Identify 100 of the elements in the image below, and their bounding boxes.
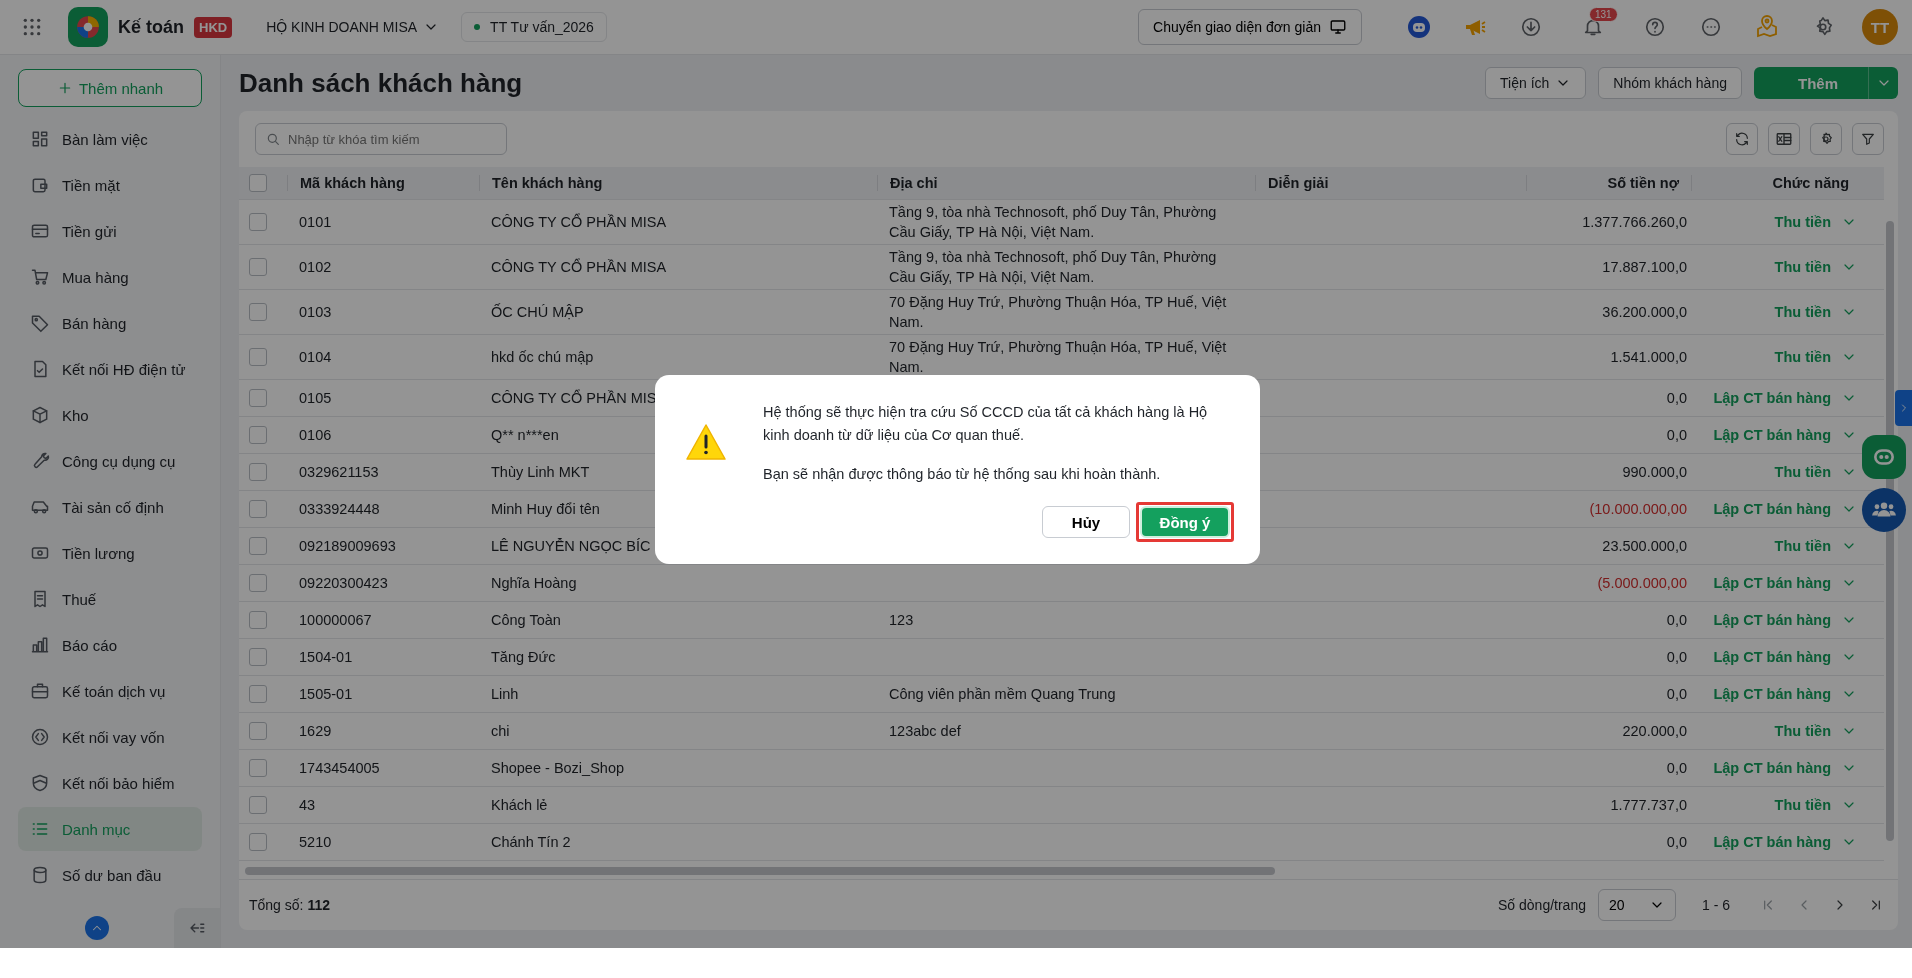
table-cell: 990.000,0 (1622, 464, 1687, 480)
sidebar-item[interactable]: Kho (18, 393, 202, 437)
page-size-select[interactable]: 20 (1598, 889, 1676, 921)
link-badge-icon (30, 727, 50, 747)
table-cell: 1504-01 (299, 649, 353, 665)
database-icon (30, 865, 50, 885)
sidebar-item[interactable]: Công cụ dụng cụ (18, 439, 202, 483)
horizontal-scrollbar[interactable] (245, 867, 1275, 875)
table-cell: 0106 (299, 427, 332, 443)
sidebar-item[interactable]: Mua hàng (18, 255, 202, 299)
more-icon (1700, 16, 1722, 38)
row-checkbox[interactable] (249, 303, 267, 321)
filter-button[interactable] (1852, 123, 1884, 155)
sidebar-item[interactable]: Kết nối vay vốn (18, 715, 202, 759)
row-checkbox[interactable] (249, 348, 267, 366)
chatbot-button[interactable] (1862, 435, 1906, 479)
table-cell: 1505-01 (299, 686, 353, 702)
table-cell: chi (491, 723, 510, 739)
row-checkbox[interactable] (249, 759, 267, 777)
column-header: Diễn giải (1255, 175, 1526, 191)
confirm-button[interactable]: Đồng ý (1140, 506, 1230, 538)
customer-groups-button[interactable]: Nhóm khách hàng (1598, 67, 1742, 99)
sidebar-item[interactable]: Báo cáo (18, 623, 202, 667)
row-checkbox[interactable] (249, 611, 267, 629)
table-cell: 0,0 (1666, 612, 1687, 628)
column-header: Địa chỉ (877, 175, 1255, 191)
row-checkbox[interactable] (249, 537, 267, 555)
sidebar-item[interactable]: Kế toán dịch vụ (18, 669, 202, 713)
table-cell: 0101 (299, 214, 332, 230)
table-cell-text: 70 Đặng Huy Trứ, Phường Thuận Hóa, TP Huế, Việt Nam. (888, 338, 1228, 377)
table-cell: hkd ốc chú mập (491, 349, 594, 365)
row-checkbox[interactable] (249, 426, 267, 444)
table-cell: 0105 (299, 390, 332, 406)
switch-interface-button[interactable]: Chuyển giao diện đơn giản (1138, 9, 1362, 45)
workspace-pill[interactable]: TT Tư vấn_2026 (461, 12, 607, 42)
organization-selector[interactable]: HỘ KINH DOANH MISA (260, 18, 446, 36)
cancel-button[interactable]: Hủy (1042, 506, 1130, 538)
row-checkbox[interactable] (249, 648, 267, 666)
row-checkbox[interactable] (249, 500, 267, 518)
row-checkbox[interactable] (249, 574, 267, 592)
table-cell: Chánh Tín 2 (491, 834, 571, 850)
export-excel-button[interactable] (1768, 123, 1800, 155)
bar-chart-icon (30, 635, 50, 655)
sidebar-item[interactable]: Tiền mặt (18, 163, 202, 207)
row-checkbox[interactable] (249, 213, 267, 231)
tag-icon (30, 313, 50, 333)
table-cell: 220.000,0 (1622, 723, 1687, 739)
table-cell: CÔNG TY CỔ PHẦN MISA (491, 259, 667, 275)
table-cell: 0,0 (1666, 834, 1687, 850)
add-options-button[interactable] (1868, 67, 1898, 99)
table-cell: 0103 (299, 304, 332, 320)
page-size-label: Số dòng/trang (1498, 897, 1586, 913)
expand-panel-button[interactable] (1895, 390, 1912, 426)
row-checkbox[interactable] (249, 258, 267, 276)
row-checkbox[interactable] (249, 685, 267, 703)
sidebar-item[interactable]: Kết nối bảo hiểm (18, 761, 202, 805)
sidebar-item[interactable]: Số dư ban đầu (18, 853, 202, 897)
table-cell: Thùy Linh MKT (491, 464, 590, 480)
sidebar-item[interactable]: Bán hàng (18, 301, 202, 345)
table-cell: 17.887.100,0 (1602, 259, 1687, 275)
search-icon (265, 131, 281, 147)
table-cell-text: 70 Đặng Huy Trứ, Phường Thuận Hóa, TP Huế, Việt Nam. (888, 293, 1228, 332)
sidebar-item[interactable]: Tiền gửi (18, 209, 202, 253)
refresh-button[interactable] (1726, 123, 1758, 155)
scroll-up-button[interactable] (85, 916, 109, 940)
sidebar-item[interactable]: Bàn làm việc (18, 117, 202, 161)
search-field[interactable]: Nhập từ khóa tìm kiếm (255, 123, 507, 155)
cart-icon (30, 267, 50, 287)
table-cell: Công Toàn (491, 612, 561, 628)
select-all-checkbox[interactable] (249, 174, 267, 192)
table-cell: CÔNG TY CỔ PHẦN MIS (491, 390, 657, 406)
table-cell: 0333924448 (299, 501, 380, 517)
table-cell: 092189009693 (299, 538, 396, 554)
wallet-icon (30, 175, 50, 195)
row-checkbox[interactable] (249, 463, 267, 481)
card-icon (30, 221, 50, 241)
plan-badge: HKD (194, 16, 233, 38)
column-header: Chức năng (1691, 175, 1861, 191)
app-logo (68, 7, 108, 47)
table-cell: (10.000.000,00 (1589, 501, 1687, 517)
table-cell: LÊ NGUYỄN NGỌC BÍC (491, 538, 651, 554)
map-pin-icon (1755, 15, 1779, 39)
collapse-sidebar-button[interactable] (174, 908, 220, 948)
notifications-button[interactable]: 131 (1567, 7, 1619, 47)
spreadsheet-icon (1775, 130, 1793, 148)
table-cell: Q** n***en (491, 427, 559, 443)
column-header: Mã khách hàng (287, 175, 479, 191)
filter-icon (1860, 131, 1876, 147)
sidebar-item[interactable]: Tài sản cố định (18, 485, 202, 529)
sidebar-item[interactable]: Tiền lương (18, 531, 202, 575)
table-cell: 1.377.766.260,0 (1582, 214, 1687, 230)
row-checkbox[interactable] (249, 389, 267, 407)
dialog-message: Hệ thống sẽ thực hiện tra cứu Số CCCD của tất cả khách hàng là Hộ kinh doanh từ dữ liệu của Cơ quan thuế. (763, 403, 1209, 445)
sidebar-item[interactable]: Thuế (18, 577, 202, 621)
row-checkbox[interactable] (249, 796, 267, 814)
row-checkbox[interactable] (249, 833, 267, 851)
row-checkbox[interactable] (249, 722, 267, 740)
settings-button[interactable] (1810, 123, 1842, 155)
sidebar-item[interactable]: Kết nối HĐ điện tử (18, 347, 202, 391)
utilities-button[interactable]: Tiện ích (1485, 67, 1587, 99)
